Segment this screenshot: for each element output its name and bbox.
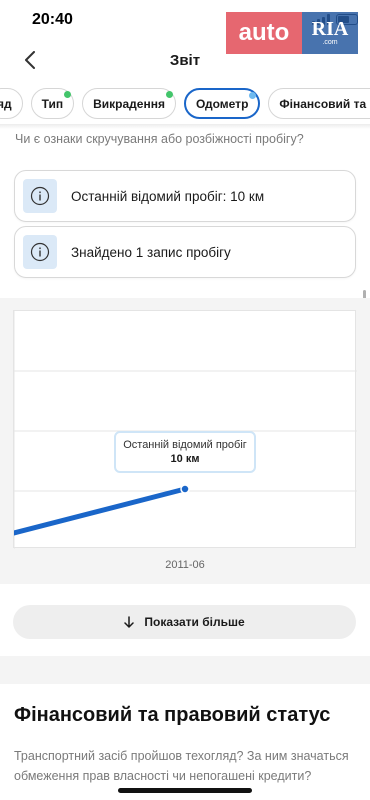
info-card-records-found: Знайдено 1 запис пробігу [14, 226, 356, 278]
status-time: 20:40 [32, 11, 73, 28]
mileage-chart-section: Останній відомий пробіг 10 км 2011-06 [0, 298, 370, 584]
tab-label: Викрадення [93, 96, 165, 111]
arrow-down-icon [124, 616, 135, 628]
series-line [14, 486, 188, 536]
page-title: Звіт [169, 52, 201, 69]
tabs-track: яд Тип Викрадення Одометр Фінансовий та прав… [0, 88, 370, 119]
section-question: Чи є ознаки скручування або розбіжності … [15, 132, 304, 146]
tab-label: Фінансовий та правовий статус [279, 96, 370, 111]
watermark-ria-text: RIA [311, 18, 349, 40]
financial-section-description: Транспортний засіб пройшов техогляд? За … [14, 749, 349, 783]
watermark-logo: auto RIA .com [226, 12, 358, 54]
status-dot [165, 91, 173, 98]
tab-3[interactable]: Одометр [183, 88, 261, 119]
tab-0[interactable]: яд [0, 88, 23, 119]
tooltip-title: Останній відомий пробіг [123, 439, 247, 451]
info-card-last-mileage: Останній відомий пробіг: 10 км [14, 170, 356, 222]
tab-4[interactable]: Фінансовий та правовий статус [268, 88, 370, 119]
info-card-text: Знайдено 1 запис пробігу [71, 244, 231, 260]
info-card-text: Останній відомий пробіг: 10 км [71, 188, 265, 204]
tab-bar: яд Тип Викрадення Одометр Фінансовий та прав… [0, 88, 370, 120]
tab-2[interactable]: Викрадення [82, 88, 176, 119]
status-dot [249, 92, 257, 99]
watermark-auto: auto [226, 12, 302, 54]
section-divider [0, 656, 370, 684]
home-indicator [118, 788, 252, 793]
tooltip-value: 10 км [170, 453, 200, 465]
tab-1[interactable]: Тип [30, 88, 75, 119]
show-more-label: Показати більше [144, 615, 245, 629]
info-icon [23, 179, 57, 213]
x-tick-label: 2011-06 [165, 559, 205, 571]
financial-section-title: Фінансовий та правовий статус [14, 704, 331, 726]
watermark-ria: RIA .com [302, 12, 358, 54]
status-dot [64, 91, 72, 98]
chart-tooltip: Останній відомий пробіг 10 км [114, 431, 256, 473]
data-point[interactable] [180, 484, 190, 494]
mileage-chart[interactable]: Останній відомий пробіг 10 км [13, 310, 357, 549]
tab-label: Одометр [195, 96, 249, 111]
watermark-domain: .com [322, 39, 338, 46]
info-icon [23, 235, 57, 269]
show-more-button[interactable]: Показати більше [13, 605, 356, 639]
chart-canvas [14, 311, 357, 549]
tabs-divider [0, 124, 370, 129]
tab-label: Тип [41, 96, 64, 111]
tab-label: яд [0, 96, 12, 111]
